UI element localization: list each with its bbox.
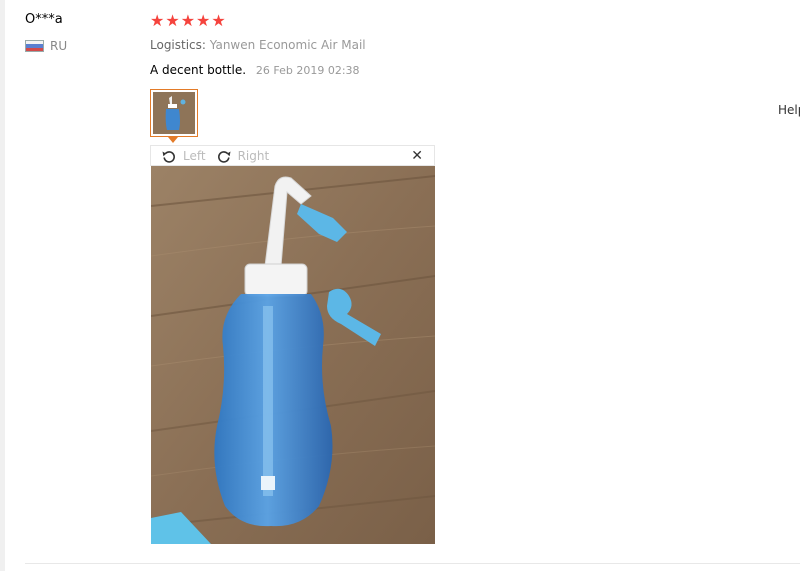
thumbnail-image [153,92,195,134]
logistics-info: Logistics: Yanwen Economic Air Mail [150,38,366,52]
country-code: RU [50,39,68,53]
star-icon: ★ [180,11,196,30]
review-text: A decent bottle. [150,63,247,77]
rotate-right-button[interactable]: Right [216,148,270,164]
reviewer-name: O***a [25,12,63,27]
rotate-right-label: Right [237,148,270,163]
review-date: 26 Feb 2019 02:38 [255,64,360,77]
reviewer-country: RU [25,39,67,53]
photo-viewer-toolbar: Left Right ✕ [150,145,435,166]
close-icon[interactable]: ✕ [411,148,423,164]
rotate-right-icon [217,150,231,163]
star-rating: ★ ★ ★ ★ ★ [150,13,226,29]
thumbnail-pointer [168,137,178,143]
logistics-label: Logistics: [150,38,206,52]
rotate-left-icon [162,150,175,163]
page-left-gutter [0,0,5,571]
star-icon: ★ [211,11,226,30]
review-divider [25,563,800,564]
logistics-value: Yanwen Economic Air Mail [209,38,366,52]
star-icon: ★ [150,11,165,30]
star-icon: ★ [165,11,180,30]
review-photo-enlarged [151,166,435,544]
help-link[interactable]: Help [778,103,800,117]
star-icon: ★ [196,11,211,30]
rotate-left-label: Left [183,148,206,163]
review-photo-thumbnail[interactable] [150,89,198,137]
rotate-left-button[interactable]: Left [161,148,206,164]
review-body: A decent bottle. 26 Feb 2019 02:38 [150,63,360,77]
russia-flag-icon [25,40,44,52]
